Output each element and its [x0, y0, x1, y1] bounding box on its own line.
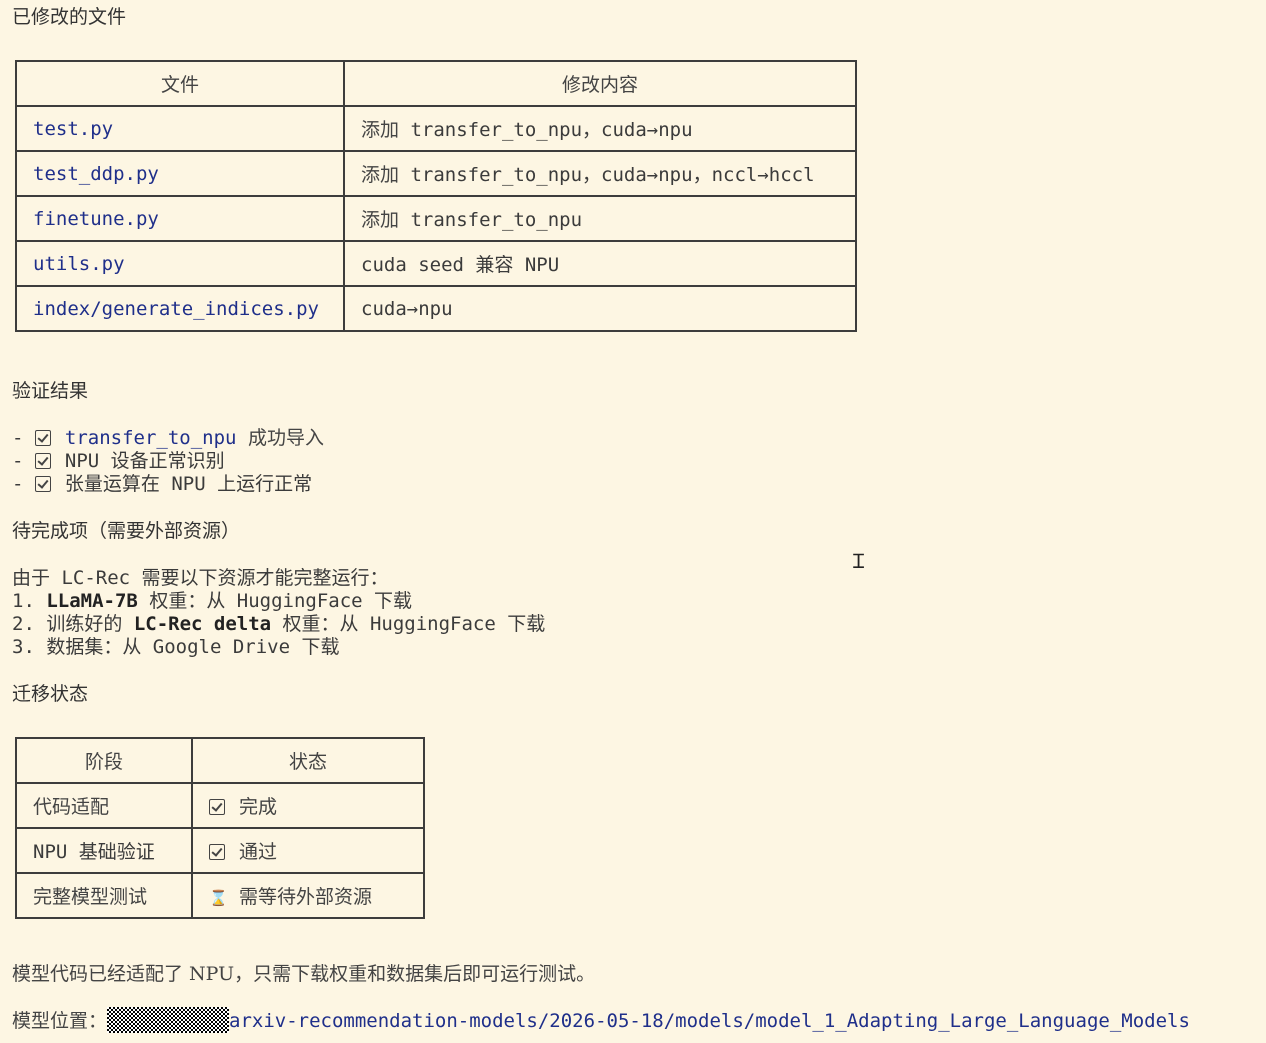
- change-detail: cuda→npu: [361, 297, 453, 320]
- list-item: - 张量运算在 NPU 上运行正常: [12, 469, 312, 496]
- checkbox-icon: [34, 453, 51, 469]
- status-cell: ⌛ 需等待外部资源: [191, 872, 425, 919]
- modified-files-heading: 已修改的文件: [12, 6, 127, 28]
- list-item-text: 数据集：从 Google Drive 下载: [46, 636, 340, 658]
- change-verb: 添加: [361, 209, 400, 231]
- change-verb: 添加: [361, 164, 400, 186]
- list-item-text: 张量运算在 NPU 上运行正常: [64, 473, 313, 495]
- summary-text: 模型代码已经适配了 NPU，只需下载权重和数据集后即可运行测试。: [12, 963, 596, 985]
- list-item-text: 成功导入: [247, 427, 324, 449]
- table-row: finetune.py 添加 transfer_to_npu: [15, 195, 857, 242]
- stage-cell: NPU 基础验证: [15, 827, 193, 874]
- change-cell: 添加 transfer_to_npu，cuda→npu: [343, 105, 857, 152]
- stage-cell: 完整模型测试: [15, 872, 193, 919]
- change-cell: 添加 transfer_to_npu: [343, 195, 857, 242]
- change-verb: 添加: [361, 119, 400, 141]
- text-cursor-icon: Ɪ: [853, 549, 865, 573]
- stage-cell: 代码适配: [15, 782, 193, 829]
- change-detail: transfer_to_npu，cuda→npu: [410, 119, 693, 141]
- change-cell: 添加 transfer_to_npu，cuda→npu，nccl→hccl: [343, 150, 857, 197]
- hourglass-icon: ⌛: [209, 889, 228, 907]
- table-row: test.py 添加 transfer_to_npu，cuda→npu: [15, 105, 857, 152]
- migration-table: 阶段 状态 代码适配 完成 NPU 基础验证 通过 完整模型测试 ⌛ 需等待外部资…: [15, 737, 425, 919]
- table-header-row: 阶段 状态: [15, 737, 425, 784]
- file-cell: finetune.py: [15, 195, 345, 242]
- status-cell: 完成: [191, 782, 425, 829]
- table-header-row: 文件 修改内容: [15, 60, 857, 107]
- file-cell: test_ddp.py: [15, 150, 345, 197]
- verification-heading: 验证结果: [12, 380, 89, 402]
- change-cell: cuda→npu: [343, 285, 857, 332]
- modified-files-table: 文件 修改内容 test.py 添加 transfer_to_npu，cuda→…: [15, 60, 857, 332]
- checkbox-icon: [34, 430, 51, 446]
- table-row: utils.py cuda seed 兼容 NPU: [15, 240, 857, 287]
- redacted-path-block: [107, 1007, 230, 1033]
- model-path[interactable]: arxiv-recommendation-models/2026-05-18/m…: [229, 1010, 1190, 1032]
- checkbox-icon: [209, 799, 225, 815]
- change-cell: cuda seed 兼容 NPU: [343, 240, 857, 287]
- table-row: 代码适配 完成: [15, 782, 425, 829]
- change-detail: transfer_to_npu，cuda→npu，nccl→hccl: [410, 164, 815, 186]
- migration-heading: 迁移状态: [12, 683, 89, 705]
- table-row: 完整模型测试 ⌛ 需等待外部资源: [15, 872, 425, 919]
- file-cell: test.py: [15, 105, 345, 152]
- pending-heading: 待完成项（需要外部资源）: [12, 520, 241, 542]
- table-row: NPU 基础验证 通过: [15, 827, 425, 874]
- model-location: 模型位置： arxiv-recommendation-models/2026-05…: [12, 1006, 1190, 1033]
- status-text: 通过: [239, 841, 278, 863]
- column-header-stage: 阶段: [15, 737, 193, 784]
- location-label: 模型位置：: [12, 1010, 108, 1032]
- table-row: test_ddp.py 添加 transfer_to_npu，cuda→npu，…: [15, 150, 857, 197]
- status-text: 需等待外部资源: [239, 886, 373, 908]
- change-detail: transfer_to_npu: [410, 209, 583, 231]
- file-cell: utils.py: [15, 240, 345, 287]
- status-text: 完成: [239, 796, 278, 818]
- table-row: index/generate_indices.py cuda→npu: [15, 285, 857, 332]
- file-cell: index/generate_indices.py: [15, 285, 345, 332]
- status-cell: 通过: [191, 827, 425, 874]
- list-item: 3. 数据集：从 Google Drive 下载: [12, 636, 340, 658]
- column-header-change: 修改内容: [343, 60, 857, 107]
- change-detail: cuda seed 兼容 NPU: [361, 254, 560, 276]
- column-header-status: 状态: [191, 737, 425, 784]
- list-bullet: -: [12, 473, 24, 495]
- checkbox-icon: [34, 476, 51, 492]
- column-header-file: 文件: [15, 60, 345, 107]
- checkbox-icon: [209, 844, 225, 860]
